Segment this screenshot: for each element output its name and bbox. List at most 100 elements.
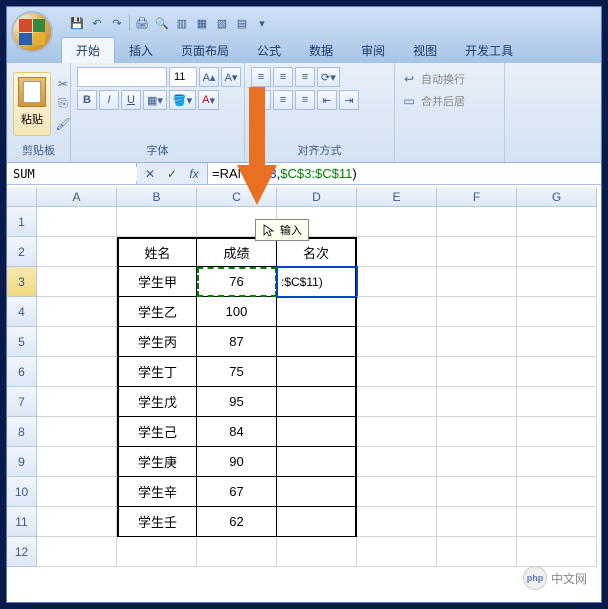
col-header-D[interactable]: D <box>277 187 357 207</box>
cell-G1[interactable] <box>517 207 597 237</box>
cell-D4[interactable] <box>277 297 357 327</box>
open-icon[interactable]: ▦ <box>194 15 210 31</box>
undo-icon[interactable]: ↶ <box>89 15 105 31</box>
cell-D3[interactable]: :$C$11) <box>277 267 357 297</box>
cell-B6[interactable]: 学生丁 <box>117 357 197 387</box>
cell-G12[interactable] <box>517 537 597 567</box>
cell-A6[interactable] <box>37 357 117 387</box>
cell-G3[interactable] <box>517 267 597 297</box>
cell-G11[interactable] <box>517 507 597 537</box>
italic-button[interactable]: I <box>99 90 119 110</box>
cell-G4[interactable] <box>517 297 597 327</box>
cell-G9[interactable] <box>517 447 597 477</box>
cell-F2[interactable] <box>437 237 517 267</box>
cancel-button[interactable]: ✕ <box>139 165 161 183</box>
more-icon[interactable]: ▾ <box>254 15 270 31</box>
cell-E10[interactable] <box>357 477 437 507</box>
cell-G7[interactable] <box>517 387 597 417</box>
cell-D9[interactable] <box>277 447 357 477</box>
copy-icon[interactable]: ⎘ <box>55 96 71 112</box>
merge-button[interactable]: ▭ 合并后居 <box>401 93 498 109</box>
wrap-text-button[interactable]: ↩ 自动换行 <box>401 71 498 87</box>
cell-E3[interactable] <box>357 267 437 297</box>
cell-F5[interactable] <box>437 327 517 357</box>
enter-button[interactable]: ✓ <box>161 165 183 183</box>
cell-F3[interactable] <box>437 267 517 297</box>
cell-B2[interactable]: 姓名 <box>117 237 197 267</box>
cell-C8[interactable]: 84 <box>197 417 277 447</box>
align-bottom-icon[interactable]: ≡ <box>295 67 315 87</box>
cell-A3[interactable] <box>37 267 117 297</box>
fx-button[interactable]: fx <box>183 165 205 183</box>
align-right-icon[interactable]: ≡ <box>295 90 315 110</box>
cell-E2[interactable] <box>357 237 437 267</box>
new-icon[interactable]: ▥ <box>174 15 190 31</box>
cell-B3[interactable]: 学生甲 <box>117 267 197 297</box>
row-header-1[interactable]: 1 <box>7 207 37 237</box>
cell-D8[interactable] <box>277 417 357 447</box>
cell-G8[interactable] <box>517 417 597 447</box>
sort-icon[interactable]: ▤ <box>234 15 250 31</box>
row-header-7[interactable]: 7 <box>7 387 37 417</box>
row-header-11[interactable]: 11 <box>7 507 37 537</box>
bold-button[interactable]: B <box>77 90 97 110</box>
print-icon[interactable]: 🖨 <box>134 15 150 31</box>
tab-review[interactable]: 审阅 <box>347 38 399 63</box>
cell-G5[interactable] <box>517 327 597 357</box>
cell-A2[interactable] <box>37 237 117 267</box>
tab-data[interactable]: 数据 <box>295 38 347 63</box>
cell-D6[interactable] <box>277 357 357 387</box>
col-header-A[interactable]: A <box>37 187 117 207</box>
cell-B5[interactable]: 学生丙 <box>117 327 197 357</box>
cell-C11[interactable]: 62 <box>197 507 277 537</box>
cell-A5[interactable] <box>37 327 117 357</box>
cell-C12[interactable] <box>197 537 277 567</box>
tab-insert[interactable]: 插入 <box>115 38 167 63</box>
cell-F9[interactable] <box>437 447 517 477</box>
cell-C6[interactable]: 75 <box>197 357 277 387</box>
paste-button[interactable]: 粘贴 <box>13 72 51 136</box>
tab-home[interactable]: 开始 <box>61 37 115 63</box>
cell-E8[interactable] <box>357 417 437 447</box>
cell-C7[interactable]: 95 <box>197 387 277 417</box>
cell-E11[interactable] <box>357 507 437 537</box>
name-box[interactable]: ▼ <box>7 163 137 184</box>
cell-B8[interactable]: 学生己 <box>117 417 197 447</box>
cell-B1[interactable] <box>117 207 197 237</box>
quick-icon[interactable]: ▧ <box>214 15 230 31</box>
cell-D12[interactable] <box>277 537 357 567</box>
cell-C4[interactable]: 100 <box>197 297 277 327</box>
cell-F4[interactable] <box>437 297 517 327</box>
cell-D2[interactable]: 名次 <box>277 237 357 267</box>
cut-icon[interactable]: ✂ <box>55 76 71 92</box>
grow-font-icon[interactable]: A▴ <box>199 67 219 87</box>
cell-B4[interactable]: 学生乙 <box>117 297 197 327</box>
cell-E5[interactable] <box>357 327 437 357</box>
shrink-font-icon[interactable]: A▾ <box>221 67 241 87</box>
col-header-F[interactable]: F <box>437 187 517 207</box>
cell-F11[interactable] <box>437 507 517 537</box>
preview-icon[interactable]: 🔍 <box>154 15 170 31</box>
cell-C3[interactable]: 76 <box>197 267 277 297</box>
cell-C2[interactable]: 成绩 <box>197 237 277 267</box>
col-header-E[interactable]: E <box>357 187 437 207</box>
cell-A10[interactable] <box>37 477 117 507</box>
tab-formulas[interactable]: 公式 <box>243 38 295 63</box>
align-left-icon[interactable]: ≡ <box>251 90 271 110</box>
cell-A8[interactable] <box>37 417 117 447</box>
cell-E12[interactable] <box>357 537 437 567</box>
cell-C10[interactable]: 67 <box>197 477 277 507</box>
cell-A11[interactable] <box>37 507 117 537</box>
font-color-button[interactable]: A▾ <box>198 90 219 110</box>
cell-G10[interactable] <box>517 477 597 507</box>
border-button[interactable]: ▦▾ <box>143 90 167 110</box>
cell-E7[interactable] <box>357 387 437 417</box>
row-header-4[interactable]: 4 <box>7 297 37 327</box>
indent-increase-icon[interactable]: ⇥ <box>339 90 359 110</box>
cell-B10[interactable]: 学生辛 <box>117 477 197 507</box>
cell-B7[interactable]: 学生戊 <box>117 387 197 417</box>
cell-D7[interactable] <box>277 387 357 417</box>
row-header-3[interactable]: 3 <box>7 267 37 297</box>
cell-A1[interactable] <box>37 207 117 237</box>
row-header-12[interactable]: 12 <box>7 537 37 567</box>
